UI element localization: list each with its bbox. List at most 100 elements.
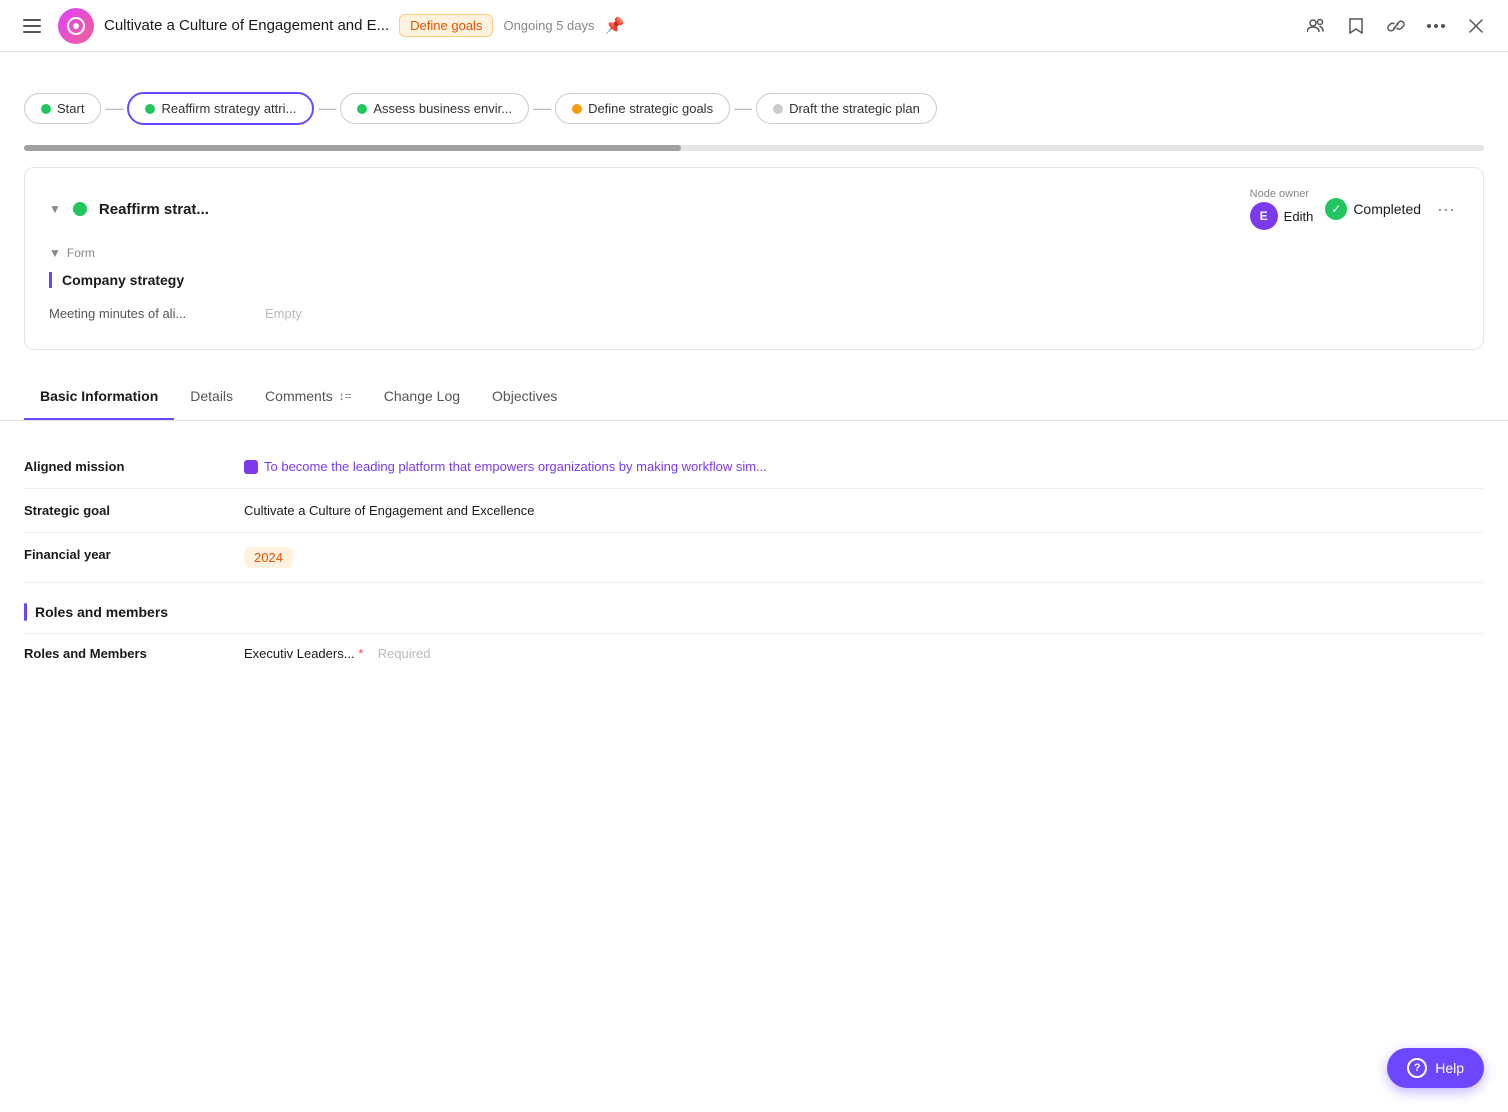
tab-basic-label: Basic Information (40, 388, 158, 404)
basic-info-content: Aligned mission To become the leading pl… (0, 421, 1508, 697)
flow-node-reaffirm[interactable]: Reaffirm strategy attri... (127, 92, 314, 125)
node-card-title: Reaffirm strat... (99, 201, 1238, 218)
form-meeting-label: Meeting minutes of ali... (49, 306, 249, 321)
aligned-mission-value[interactable]: To become the leading platform that empo… (244, 459, 1484, 474)
roles-members-value: Executiv Leaders... * Required (244, 646, 430, 661)
flow-arrow-4: — (730, 98, 756, 119)
completed-check-icon: ✓ (1325, 198, 1347, 220)
node-owner-label: Node owner (1250, 188, 1314, 200)
node-more-button[interactable]: ··· (1433, 199, 1459, 220)
flow-nodes-container: Start — Reaffirm strategy attri... — Ass… (24, 92, 1484, 125)
page-title: Cultivate a Culture of Engagement and E.… (104, 17, 389, 34)
completed-badge: ✓ Completed (1325, 198, 1421, 220)
tab-basic-information[interactable]: Basic Information (24, 374, 174, 420)
dot-green-icon (41, 104, 51, 114)
dot-green-icon-3 (357, 104, 367, 114)
owner-avatar: E (1250, 202, 1278, 230)
roles-section-header: Roles and members (24, 583, 1484, 633)
required-star: * (358, 646, 363, 661)
flow-node-assess[interactable]: Assess business envir... (340, 93, 529, 124)
node-label-assess: Assess business envir... (373, 101, 512, 116)
tab-details[interactable]: Details (174, 374, 249, 420)
roles-required-placeholder: Required (378, 646, 431, 661)
strategic-goal-row: Strategic goal Cultivate a Culture of En… (24, 489, 1484, 533)
mission-dot-icon (244, 460, 258, 474)
strategic-goal-value: Cultivate a Culture of Engagement and Ex… (244, 503, 1484, 518)
tab-comments-label: Comments (265, 388, 333, 404)
financial-year-label: Financial year (24, 547, 244, 562)
node-card-header: ▼ Reaffirm strat... Node owner E Edith ✓… (49, 188, 1459, 230)
node-label-draft: Draft the strategic plan (789, 101, 920, 116)
section-title-bar (24, 603, 27, 621)
close-button[interactable] (1460, 10, 1492, 42)
aligned-mission-label: Aligned mission (24, 459, 244, 474)
node-pill-draft[interactable]: Draft the strategic plan (756, 93, 937, 124)
owner-name: Edith (1284, 209, 1314, 224)
aligned-mission-row: Aligned mission To become the leading pl… (24, 445, 1484, 489)
flow-node-draft[interactable]: Draft the strategic plan (756, 93, 937, 124)
progress-bar-fill (24, 145, 681, 151)
node-pill-reaffirm[interactable]: Reaffirm strategy attri... (127, 92, 314, 125)
help-icon-text: ? (1414, 1062, 1421, 1074)
node-pill-assess[interactable]: Assess business envir... (340, 93, 529, 124)
app-logo (58, 8, 94, 44)
flow-diagram: Start — Reaffirm strategy attri... — Ass… (0, 52, 1508, 145)
node-detail-card: ▼ Reaffirm strat... Node owner E Edith ✓… (24, 167, 1484, 350)
aligned-mission-text: To become the leading platform that empo… (264, 459, 767, 474)
pin-icon[interactable]: 📌 (605, 16, 625, 36)
link-button[interactable] (1380, 10, 1412, 42)
node-pill-start[interactable]: Start (24, 93, 101, 124)
roles-section-title: Roles and members (35, 604, 168, 620)
financial-year-row: Financial year 2024 (24, 533, 1484, 583)
people-button[interactable] (1300, 10, 1332, 42)
tab-changelog-label: Change Log (384, 388, 460, 404)
form-label-row[interactable]: ▼ Form (49, 246, 1459, 260)
tab-change-log[interactable]: Change Log (368, 374, 476, 420)
progress-area (0, 145, 1508, 167)
flow-arrow-2: — (314, 98, 340, 119)
help-label: Help (1435, 1060, 1464, 1076)
flow-arrow-1: — (101, 98, 127, 119)
bookmark-button[interactable] (1340, 10, 1372, 42)
node-owner-section: Node owner E Edith (1250, 188, 1314, 230)
node-pill-define[interactable]: Define strategic goals (555, 93, 730, 124)
form-label: Form (67, 246, 95, 260)
dot-gray-icon (773, 104, 783, 114)
roles-members-label: Roles and Members (24, 646, 244, 661)
flow-node-define[interactable]: Define strategic goals (555, 93, 730, 124)
year-badge: 2024 (244, 547, 293, 568)
help-button[interactable]: ? Help (1387, 1048, 1484, 1088)
collapse-arrow-icon[interactable]: ▼ (49, 202, 61, 216)
completed-text: Completed (1353, 201, 1421, 217)
dot-yellow-icon (572, 104, 582, 114)
sidebar-toggle-button[interactable] (16, 10, 48, 42)
strategic-goal-label: Strategic goal (24, 503, 244, 518)
node-label-reaffirm: Reaffirm strategy attri... (161, 101, 296, 116)
more-options-button[interactable] (1420, 10, 1452, 42)
form-company-strategy: Company strategy (49, 272, 1459, 288)
node-status-dot (73, 202, 87, 216)
tab-details-label: Details (190, 388, 233, 404)
tabs-bar: Basic Information Details Comments ↕= Ch… (0, 374, 1508, 421)
header-goal-badge[interactable]: Define goals (399, 14, 493, 37)
main-content: Start — Reaffirm strategy attri... — Ass… (0, 52, 1508, 1112)
header-actions (1300, 10, 1492, 42)
roles-members-row: Roles and Members Executiv Leaders... * … (24, 633, 1484, 673)
node-label-define: Define strategic goals (588, 101, 713, 116)
tab-comments[interactable]: Comments ↕= (249, 374, 368, 420)
app-header: Cultivate a Culture of Engagement and E.… (0, 0, 1508, 52)
roles-members-text: Executiv Leaders... (244, 646, 355, 661)
tab-objectives[interactable]: Objectives (476, 374, 573, 420)
form-meeting-value: Empty (265, 306, 302, 321)
header-status: Ongoing 5 days (503, 18, 594, 33)
flow-node-start[interactable]: Start (24, 93, 101, 124)
tab-comments-badge: ↕= (339, 389, 352, 403)
dot-green-icon-2 (145, 104, 155, 114)
form-meeting-row: Meeting minutes of ali... Empty (49, 298, 1459, 329)
form-section: ▼ Form Company strategy Meeting minutes … (49, 246, 1459, 329)
node-label-start: Start (57, 101, 84, 116)
financial-year-value: 2024 (244, 547, 1484, 568)
progress-bar-bg (24, 145, 1484, 151)
flow-arrow-3: — (529, 98, 555, 119)
help-icon: ? (1407, 1058, 1427, 1078)
